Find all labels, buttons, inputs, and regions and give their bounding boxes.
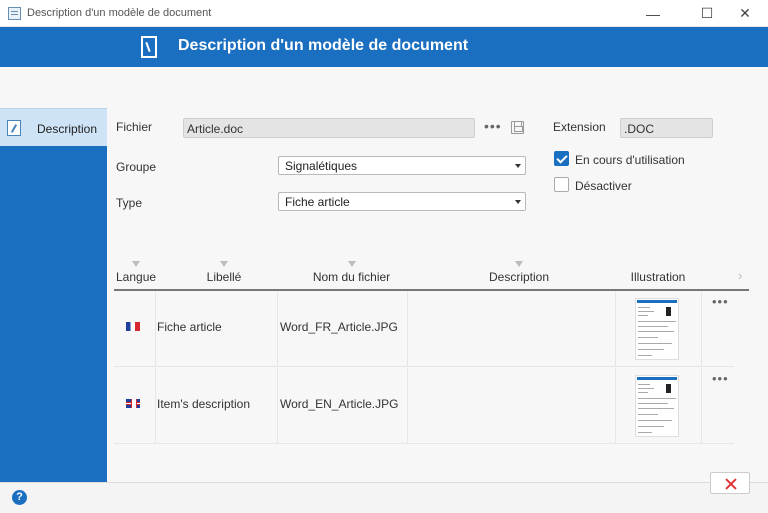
sort-icon — [220, 261, 228, 267]
thumb-line — [638, 337, 658, 338]
thumb-line — [638, 355, 652, 356]
libelle-cell: Item's description — [157, 397, 250, 411]
desactiver-checkbox[interactable] — [554, 177, 569, 192]
thumb-line — [638, 408, 674, 409]
groupe-select-value: Signalétiques — [285, 159, 358, 173]
column-header-libelle[interactable]: Libellé — [194, 261, 254, 284]
save-icon[interactable] — [511, 121, 524, 134]
close-button[interactable] — [710, 472, 750, 494]
column-header-label: Description — [488, 270, 550, 284]
cell-divider — [407, 368, 408, 443]
thumb-line — [638, 420, 672, 421]
browse-file-button[interactable]: ••• — [484, 118, 502, 134]
cell-divider — [701, 291, 702, 366]
row-more-button[interactable]: ••• — [712, 371, 729, 386]
desactiver-label: Désactiver — [575, 179, 632, 193]
thumb-line — [638, 384, 650, 385]
thumb-line — [638, 307, 650, 308]
column-header-label: Libellé — [206, 270, 242, 284]
sidebar-item-description[interactable]: Description — [0, 108, 107, 146]
filename-cell: Word_FR_Article.JPG — [280, 320, 398, 334]
thumb-header — [637, 300, 677, 303]
thumb-picture — [666, 384, 671, 393]
row-more-button[interactable]: ••• — [712, 294, 729, 309]
extension-field[interactable]: .DOC — [620, 118, 713, 138]
type-label: Type — [116, 196, 143, 210]
column-header-langue[interactable]: Langue — [116, 261, 157, 284]
thumb-line — [638, 311, 654, 312]
minimize-button[interactable]: — — [630, 0, 676, 27]
sidebar-item-label: Description — [37, 122, 98, 136]
column-header-label: Nom du fichier — [312, 270, 391, 284]
en-cours-label: En cours d'utilisation — [575, 153, 685, 167]
cell-divider — [155, 291, 156, 366]
thumb-line — [638, 432, 652, 433]
thumb-line — [638, 331, 674, 332]
gb-flag-icon — [126, 399, 140, 408]
thumb-line — [638, 315, 648, 316]
app-icon — [8, 7, 21, 20]
thumb-header — [637, 377, 677, 380]
chevron-down-icon — [515, 200, 521, 204]
languages-table: Langue Libellé Nom du fichier Descriptio… — [114, 258, 749, 448]
column-header-nom-fichier[interactable]: Nom du fichier — [304, 261, 399, 284]
cell-divider — [277, 368, 278, 443]
thumb-line — [638, 398, 676, 399]
column-header-description[interactable]: Description — [484, 261, 554, 284]
thumb-line — [638, 403, 668, 404]
thumb-line — [638, 414, 658, 415]
groupe-select[interactable]: Signalétiques — [278, 156, 526, 175]
en-cours-checkbox[interactable] — [554, 151, 569, 166]
fr-flag-icon — [126, 322, 140, 331]
footer-bar: ? — [0, 482, 768, 513]
type-select[interactable]: Fiche article — [278, 192, 526, 211]
sort-icon — [347, 261, 356, 267]
thumb-line — [638, 392, 648, 393]
fichier-field[interactable]: Article.doc — [183, 118, 475, 138]
cell-divider — [615, 368, 616, 443]
thumb-line — [638, 388, 654, 389]
thumb-line — [638, 343, 672, 344]
libelle-cell: Fiche article — [157, 320, 222, 334]
cell-divider — [407, 291, 408, 366]
window-titlebar: Description d'un modèle de document — ☐ … — [0, 0, 768, 27]
help-icon[interactable]: ? — [12, 490, 27, 505]
edit-document-icon — [7, 120, 21, 136]
document-icon — [141, 36, 157, 58]
table-row[interactable]: Fiche article Word_FR_Article.JPG ••• — [114, 291, 734, 367]
column-header-label: Langue — [116, 270, 157, 284]
chevron-down-icon — [515, 164, 521, 168]
illustration-thumbnail[interactable] — [635, 298, 679, 360]
extension-label: Extension — [553, 120, 606, 134]
thumb-line — [638, 321, 676, 322]
sidebar: Description — [0, 108, 107, 482]
illustration-thumbnail[interactable] — [635, 375, 679, 437]
filename-cell: Word_EN_Article.JPG — [280, 397, 399, 411]
sort-icon — [132, 261, 140, 267]
table-row[interactable]: Item's description Word_EN_Article.JPG •… — [114, 368, 734, 444]
page-header: Description d'un modèle de document — [0, 27, 768, 67]
window-title: Description d'un modèle de document — [27, 7, 212, 19]
cell-divider — [277, 291, 278, 366]
type-select-value: Fiche article — [285, 195, 350, 209]
cell-divider — [155, 368, 156, 443]
sort-icon — [515, 261, 523, 267]
page-title: Description d'un modèle de document — [178, 37, 469, 54]
column-header-illustration[interactable]: Illustration — [625, 270, 691, 284]
groupe-label: Groupe — [116, 160, 157, 174]
thumb-picture — [666, 307, 671, 316]
close-window-button[interactable]: ✕ — [722, 0, 768, 27]
chevron-right-icon[interactable]: › — [738, 268, 742, 283]
cell-divider — [701, 368, 702, 443]
thumb-line — [638, 349, 664, 350]
cell-divider — [615, 291, 616, 366]
thumb-line — [638, 326, 668, 327]
column-header-label: Illustration — [630, 270, 686, 284]
fichier-label: Fichier — [116, 120, 153, 134]
thumb-line — [638, 426, 664, 427]
